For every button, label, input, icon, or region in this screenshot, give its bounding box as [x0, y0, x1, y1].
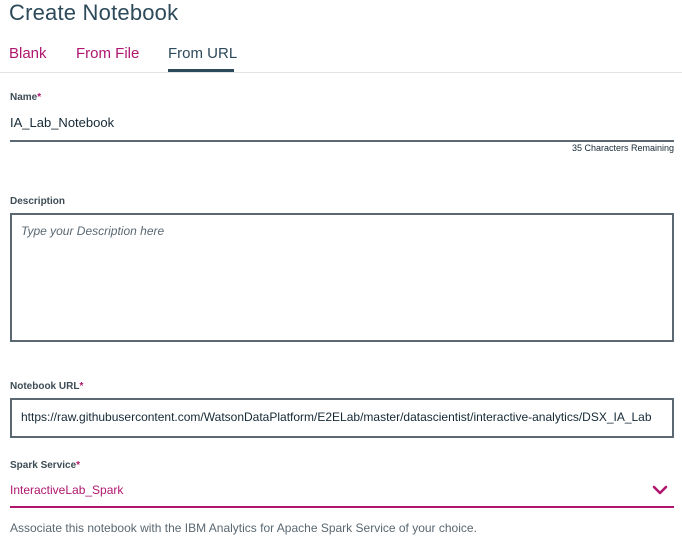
- active-tab-indicator: [168, 69, 234, 72]
- notebook-url-label: Notebook URL*: [10, 381, 83, 392]
- tab-from-file[interactable]: From File: [76, 44, 139, 72]
- description-label: Description: [10, 196, 66, 207]
- required-marker: *: [79, 381, 84, 392]
- tab-from-url[interactable]: From URL: [168, 44, 237, 72]
- required-marker: *: [76, 460, 81, 471]
- required-marker: *: [37, 92, 42, 103]
- name-field[interactable]: IA_Lab_Notebook: [10, 112, 674, 142]
- name-label: Name*: [10, 92, 41, 103]
- description-textarea[interactable]: Type your Description here: [10, 213, 674, 342]
- characters-remaining: 35 Characters Remaining: [571, 143, 674, 153]
- notebook-url-field[interactable]: https://raw.githubusercontent.com/Watson…: [10, 398, 674, 438]
- page-title: Create Notebook: [9, 0, 179, 25]
- spark-service-selected-value: InteractiveLab_Spark: [10, 483, 124, 497]
- spark-service-label-text: Spark Service: [10, 460, 77, 471]
- tab-bar: Blank From File From URL: [0, 44, 682, 73]
- notebook-url-label-text: Notebook URL: [10, 381, 80, 392]
- chevron-down-icon[interactable]: [652, 482, 668, 498]
- name-label-text: Name: [10, 92, 38, 103]
- spark-service-label: Spark Service*: [10, 460, 80, 471]
- spark-service-select[interactable]: InteractiveLab_Spark: [10, 478, 674, 508]
- tab-blank[interactable]: Blank: [9, 44, 47, 72]
- spark-service-helper-text: Associate this notebook with the IBM Ana…: [10, 521, 477, 535]
